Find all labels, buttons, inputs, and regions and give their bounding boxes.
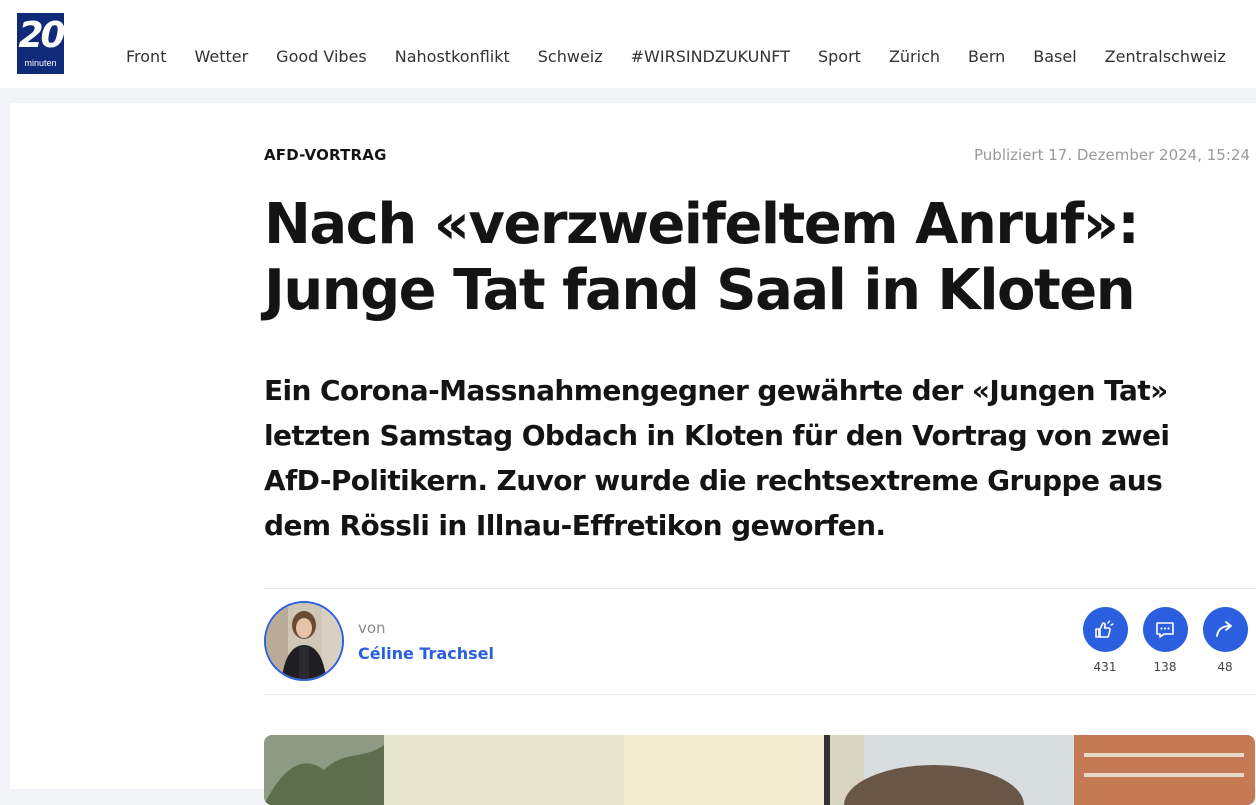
article-lead: Ein Corona-Massnahmengegner gewährte der… xyxy=(264,374,1170,542)
reactions-button[interactable] xyxy=(1082,607,1128,652)
share-count: 48 xyxy=(1217,660,1233,674)
author-link[interactable]: Céline Trachsel xyxy=(358,644,494,663)
nav-item-wetter[interactable]: Wetter xyxy=(180,47,262,66)
article-kicker[interactable]: AFD-VORTRAG xyxy=(264,146,387,164)
reactions-count: 431 xyxy=(1093,660,1117,674)
nav-item-nahostkonflikt[interactable]: Nahostkonflikt xyxy=(381,47,524,66)
nav-item-good-vibes[interactable]: Good Vibes xyxy=(262,47,381,66)
publish-date: Publiziert 17. Dezember 2024, 15:24 xyxy=(974,146,1250,164)
comments-count: 138 xyxy=(1153,660,1177,674)
reactions-action: 431 xyxy=(1082,607,1128,674)
logo-number: 20 xyxy=(18,15,65,56)
share-button[interactable] xyxy=(1202,607,1248,652)
article-headline: Nach «verzweifeltem Anruf»: Junge Tat fa… xyxy=(264,192,1140,323)
nav-item-zuerich[interactable]: Zürich xyxy=(875,47,954,66)
reactions-icon xyxy=(1095,619,1114,638)
nav-item-zentralschweiz[interactable]: Zentralschweiz xyxy=(1091,47,1240,66)
byline-bottom-divider xyxy=(264,694,1256,695)
comments-button[interactable] xyxy=(1142,607,1188,652)
byline-top-divider xyxy=(264,588,1256,589)
hero-photo xyxy=(264,735,1255,805)
article-hero-image[interactable] xyxy=(264,735,1255,805)
author-avatar[interactable] xyxy=(264,601,344,681)
top-navigation-bar: 20 minuten Front Wetter Good Vibes Nahos… xyxy=(0,0,1256,88)
author-portrait-image xyxy=(266,603,342,679)
share-action: 48 xyxy=(1202,607,1248,674)
nav-item-sport[interactable]: Sport xyxy=(804,47,875,66)
nav-item-basel[interactable]: Basel xyxy=(1019,47,1090,66)
byline-prefix: von xyxy=(358,619,386,637)
20-minuten-logo[interactable]: 20 minuten xyxy=(17,13,66,74)
nav-item-wirsindzukunft[interactable]: #WIRSINDZUKUNFT xyxy=(617,47,804,66)
logo-word: minuten xyxy=(24,58,57,68)
nav-item-schweiz[interactable]: Schweiz xyxy=(524,47,617,66)
nav-item-front[interactable]: Front xyxy=(112,47,180,66)
main-nav: Front Wetter Good Vibes Nahostkonflikt S… xyxy=(112,44,1240,68)
share-icon xyxy=(1216,620,1232,637)
comments-action: 138 xyxy=(1142,607,1188,674)
nav-item-bern[interactable]: Bern xyxy=(954,47,1019,66)
comments-icon xyxy=(1156,621,1174,638)
